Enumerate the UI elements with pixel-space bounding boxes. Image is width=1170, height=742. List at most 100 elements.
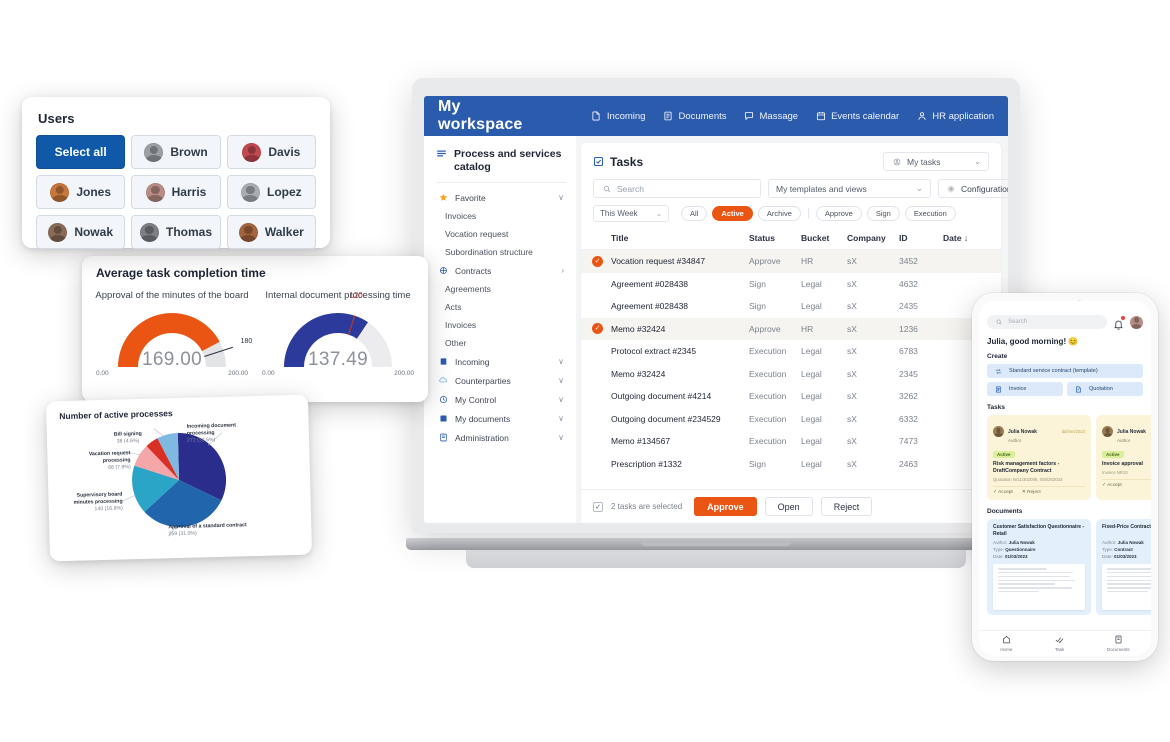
table-row[interactable]: ✓ Memo #32424 Approve HR sX 1236 xyxy=(581,317,1001,340)
templates-dropdown[interactable]: My templates and views ⌄ xyxy=(768,179,931,198)
search-input[interactable]: Search xyxy=(593,179,761,198)
gauge-card-title: Average task completion time xyxy=(96,266,266,280)
task-author-block: Julia Nowak Author xyxy=(1117,420,1146,443)
row-selected-marker[interactable]: ✓ xyxy=(592,255,603,267)
cell-company: sX xyxy=(847,278,857,289)
cell-status: Approve xyxy=(749,323,781,334)
table-row[interactable]: Protocol extract #2345 Execution Legal sX 67… xyxy=(581,340,1001,363)
document-title: Customer Satisfaction Questionnaire - Re… xyxy=(993,524,1085,537)
user-chip-lopez[interactable]: Lopez xyxy=(226,175,316,209)
cell-bucket: Legal xyxy=(801,413,822,424)
cell-id: 7473 xyxy=(899,436,918,447)
reject-button[interactable]: Reject xyxy=(820,497,873,516)
col-title[interactable]: Title xyxy=(611,233,749,243)
document-card[interactable]: Fixed-Price Contract - DraftCompany Auth… xyxy=(1096,519,1151,616)
filter-chip-approve[interactable]: Approve xyxy=(815,206,862,221)
open-button[interactable]: Open xyxy=(764,497,813,516)
accept-button[interactable]: ✓ Accept xyxy=(993,490,1013,495)
create-invoice[interactable]: Invoice xyxy=(987,382,1063,396)
sidebar-group-contracts[interactable]: Contracts › xyxy=(436,261,566,280)
phone-nav-documents[interactable]: Documents xyxy=(1107,635,1130,652)
administration-icon xyxy=(438,432,449,443)
table-row[interactable]: Agreement #028438 Sign Legal sX 2435 xyxy=(581,295,1001,318)
col-company[interactable]: Company xyxy=(847,233,899,243)
sidebar-group-counterparties[interactable]: Counterparties ∨ xyxy=(436,371,566,390)
accept-button[interactable]: ✓ Accept xyxy=(1102,483,1122,488)
table-row[interactable]: Outgoing document #4214 Execution Legal sX 3… xyxy=(581,385,1001,408)
select-all-checkbox[interactable]: ✓ xyxy=(593,501,603,512)
notification-bell-icon[interactable] xyxy=(1113,315,1125,330)
period-dropdown[interactable]: This Week ⌄ xyxy=(593,205,669,222)
phone-nav-home[interactable]: Home xyxy=(1000,635,1012,652)
sidebar-item-subordination-structure[interactable]: Subordination structure xyxy=(436,243,566,261)
table-row[interactable]: Memo #32424 Execution Legal sX 2345 xyxy=(581,363,1001,386)
filter-chip-sign[interactable]: Sign xyxy=(866,206,900,221)
table-row[interactable]: Memo #134567 Execution Legal sX 7473 xyxy=(581,430,1001,453)
user-chip-davis[interactable]: Davis xyxy=(226,135,316,169)
sidebar-group-favorite[interactable]: Favorite ∨ xyxy=(436,188,566,207)
user-chip-brown[interactable]: Brown xyxy=(131,135,221,169)
filter-chip-execution[interactable]: Execution xyxy=(904,206,956,221)
sidebar-item-invoices[interactable]: Invoices xyxy=(436,207,566,225)
task-card[interactable]: Julia Nowak Author dd/mm/2023 Active Ris… xyxy=(987,415,1091,501)
sidebar-group-administration[interactable]: Administration ∨ xyxy=(436,428,566,447)
nav-item-documents[interactable]: Documents xyxy=(662,111,727,122)
col-status[interactable]: Status xyxy=(749,233,801,243)
document-thumbnail xyxy=(993,564,1085,611)
nav-item-hr-application[interactable]: HR application xyxy=(916,111,994,122)
col-date[interactable]: Date ↓ xyxy=(943,233,991,243)
tasks-panel: Tasks My tasks ⌄ Search My templates and… xyxy=(581,143,1008,523)
user-chip-harris[interactable]: Harris xyxy=(131,175,221,209)
user-chip-nowak[interactable]: Nowak xyxy=(36,215,126,249)
hamburger-icon[interactable] xyxy=(436,148,447,159)
phone-nav-task[interactable]: Task xyxy=(1055,635,1064,652)
gear-icon xyxy=(945,183,956,194)
chevron-down-icon: ∨ xyxy=(558,193,564,203)
nav-item-massage[interactable]: Massage xyxy=(744,111,798,122)
create-label: Standard service contract (template) xyxy=(1009,368,1098,374)
document-card[interactable]: Customer Satisfaction Questionnaire - Re… xyxy=(987,519,1091,616)
col-bucket[interactable]: Bucket xyxy=(801,233,847,243)
nav-item-incoming[interactable]: Incoming xyxy=(591,111,645,122)
sidebar-item-vocation-request[interactable]: Vocation request xyxy=(436,225,566,243)
approve-button[interactable]: Approve xyxy=(694,497,757,516)
user-chip-jones[interactable]: Jones xyxy=(36,175,126,209)
my-tasks-dropdown[interactable]: My tasks ⌄ xyxy=(883,152,989,171)
gauge-max-label: 200.00 xyxy=(228,370,248,377)
sidebar-item-acts[interactable]: Acts xyxy=(436,298,566,316)
sidebar-group-my-control[interactable]: My Control ∨ xyxy=(436,390,566,409)
create-quotation[interactable]: Quotation xyxy=(1067,382,1143,396)
sidebar-item-other[interactable]: Other xyxy=(436,334,566,352)
row-selected-marker[interactable]: ✓ xyxy=(592,323,603,335)
filter-chip-active[interactable]: Active xyxy=(712,206,753,221)
tasks-action-bar: ✓ 2 tasks are selected Approve Open Reje… xyxy=(581,489,1001,523)
task-card[interactable]: Julia Nowak Author Active Invoice approv… xyxy=(1096,415,1151,501)
nav-item-events-calendar[interactable]: Events calendar xyxy=(815,111,899,122)
filter-chip-archive[interactable]: Archive xyxy=(757,206,801,221)
contract-template-icon xyxy=(993,366,1004,377)
avatar xyxy=(48,222,68,242)
user-label: Jones xyxy=(76,185,111,199)
cell-company: sX xyxy=(847,346,857,357)
sidebar-item-contract-invoices[interactable]: Invoices xyxy=(436,316,566,334)
filter-chip-all[interactable]: All xyxy=(681,206,708,221)
table-row[interactable]: Outgoing document #234529 Execution Legal s… xyxy=(581,408,1001,431)
sidebar-item-agreements[interactable]: Agreements xyxy=(436,280,566,298)
sidebar-group-incoming[interactable]: Incoming ∨ xyxy=(436,352,566,371)
col-id[interactable]: ID xyxy=(899,233,943,243)
sidebar-group-label: My documents xyxy=(455,413,511,424)
reject-button[interactable]: ✕ Reject xyxy=(1022,490,1041,495)
user-chip-thomas[interactable]: Thomas xyxy=(131,215,221,249)
workspace-header: My workspace Incoming Documents Massage … xyxy=(424,96,1008,136)
user-chip-walker[interactable]: Walker xyxy=(226,215,316,249)
phone-search-input[interactable]: Search xyxy=(987,315,1107,329)
task-check-icon xyxy=(1055,635,1064,645)
table-row[interactable]: Prescription #1332 Sign Legal sX 2463 xyxy=(581,453,1001,476)
phone-avatar[interactable] xyxy=(1130,315,1143,329)
table-row[interactable]: ✓ Vocation request #34847 Approve HR sX 3452 xyxy=(581,250,1001,273)
configuration-button[interactable]: Configuration xyxy=(938,179,1008,198)
create-standard-service-contract[interactable]: Standard service contract (template) xyxy=(987,364,1143,378)
sidebar-group-my-documents[interactable]: My documents ∨ xyxy=(436,409,566,428)
table-row[interactable]: Agreement #028438 Sign Legal sX 4632 xyxy=(581,273,1001,296)
select-all-button[interactable]: Select all xyxy=(36,135,126,169)
